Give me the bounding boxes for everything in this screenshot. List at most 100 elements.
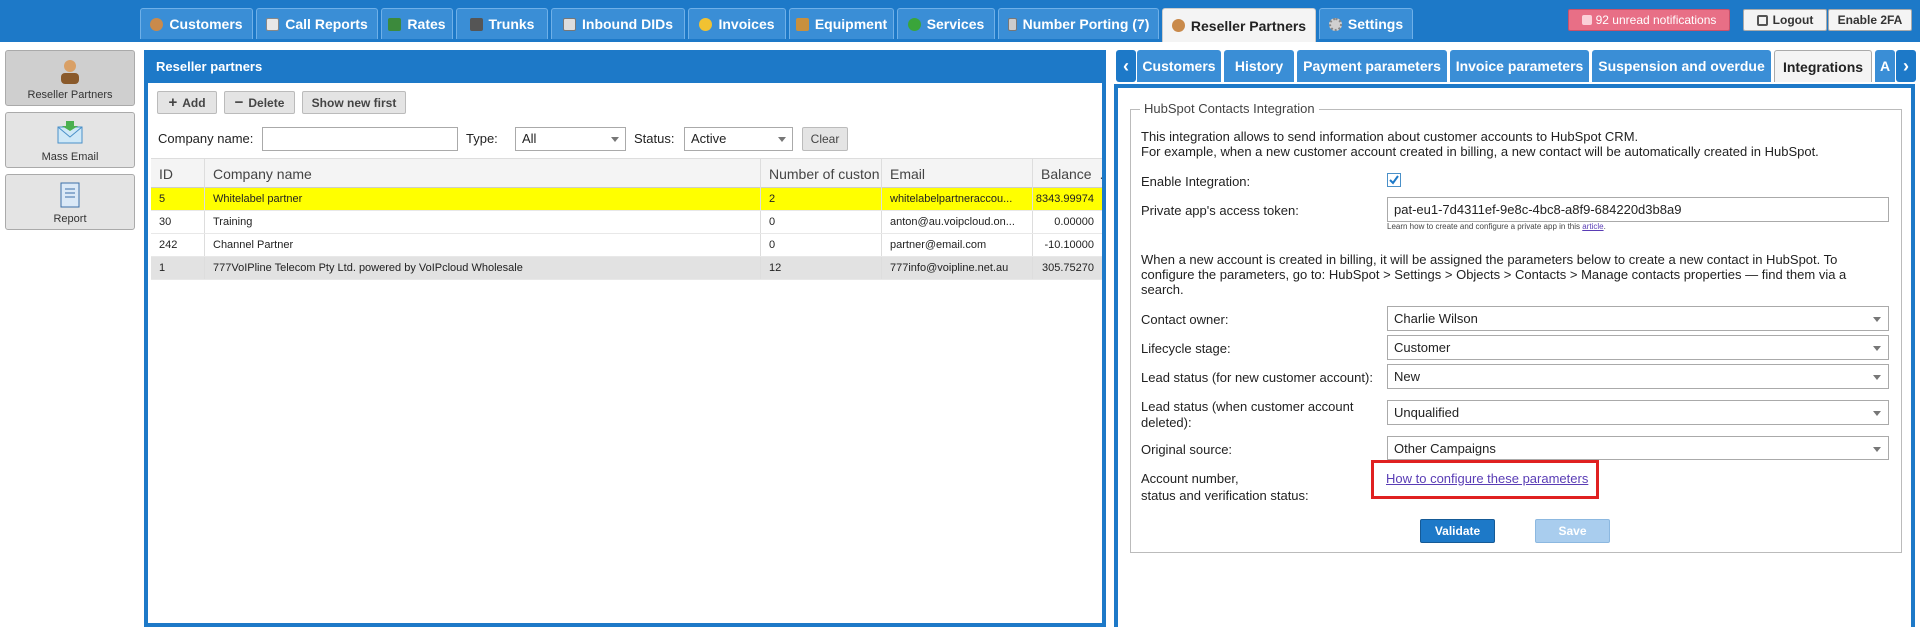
sidebar-item-label: Reseller Partners [27, 89, 113, 101]
validate-button[interactable]: Validate [1420, 519, 1495, 543]
tab-customers[interactable]: Customers [140, 8, 253, 39]
chevron-down-icon [1873, 317, 1881, 322]
cell-balance: 0.00000 [1054, 216, 1094, 228]
tab-invoice-parameters[interactable]: Invoice parameters [1450, 50, 1589, 82]
company-name-input[interactable] [262, 127, 458, 151]
tab-inbound-dids[interactable]: Inbound DIDs [551, 8, 685, 39]
clear-button[interactable]: Clear [802, 127, 848, 151]
tab-history[interactable]: History [1224, 50, 1294, 82]
table-header: ID Company name Number of custon Email B… [151, 158, 1102, 188]
tab-services[interactable]: Services [897, 8, 995, 39]
cell-company: 777VoIPline Telecom Pty Ltd. powered by … [205, 257, 761, 279]
enable-integration-checkbox[interactable] [1387, 173, 1401, 187]
delete-button[interactable]: − Delete [224, 91, 295, 114]
cell-email: partner@email.com [882, 234, 1033, 256]
lead-status-deleted-label-line-1: Lead status (when customer account [1141, 399, 1354, 414]
tab-label: Equipment [814, 16, 888, 32]
tab-integrations[interactable]: Integrations [1774, 50, 1872, 82]
configure-parameters-link[interactable]: How to configure these parameters [1386, 471, 1588, 486]
status-select[interactable]: Active [684, 127, 793, 151]
contact-owner-select[interactable]: Charlie Wilson [1387, 306, 1889, 331]
type-value: All [522, 131, 537, 146]
tabs-scroll-left[interactable]: ‹ [1116, 50, 1136, 82]
table-row[interactable]: 5 Whitelabel partner 2 whitelabelpartner… [151, 188, 1102, 211]
cell-company: Channel Partner [205, 234, 761, 256]
column-header-customers[interactable]: Number of custon [761, 159, 882, 188]
lead-status-new-value: New [1394, 369, 1421, 384]
type-select[interactable]: All [515, 127, 626, 151]
tab-reseller-partners[interactable]: Reseller Partners [1162, 8, 1316, 42]
bell-icon [1581, 15, 1592, 25]
access-token-hint: Learn how to create and configure a priv… [1387, 222, 1606, 231]
show-new-first-label: Show new first [311, 95, 397, 110]
lifecycle-stage-select[interactable]: Customer [1387, 335, 1889, 360]
enable-2fa-label: Enable 2FA [1837, 13, 1903, 27]
cell-email: anton@au.voipcloud.on... [882, 211, 1033, 233]
lead-status-new-label: Lead status (for new customer account): [1141, 370, 1373, 385]
tab-settings[interactable]: Settings [1319, 8, 1413, 39]
sidebar-item-report[interactable]: Report [5, 174, 135, 230]
column-header-company[interactable]: Company name [205, 159, 761, 188]
tabs-scroll-right[interactable]: › [1896, 50, 1916, 82]
original-source-select[interactable]: Other Campaigns [1387, 436, 1889, 460]
tab-trunks[interactable]: Trunks [456, 8, 548, 39]
column-header-balance[interactable]: Balance .. [1033, 159, 1102, 188]
lifecycle-stage-value: Customer [1394, 340, 1451, 355]
cell-email: 777info@voipline.net.au [882, 257, 1033, 279]
sidebar-item-reseller-partners[interactable]: Reseller Partners [5, 50, 135, 106]
notifications-badge[interactable]: 92 unread notifications [1568, 9, 1730, 31]
tab-rates[interactable]: Rates [381, 8, 453, 39]
refresh-icon [907, 17, 921, 31]
sidebar-item-label: Report [53, 213, 87, 225]
enable-2fa-button[interactable]: Enable 2FA [1828, 9, 1912, 31]
lifecycle-stage-label: Lifecycle stage: [1141, 341, 1231, 356]
tab-call-reports[interactable]: Call Reports [256, 8, 378, 39]
cell-customers: 2 [761, 188, 882, 210]
lead-status-new-select[interactable]: New [1387, 364, 1889, 389]
hint-suffix: . [1603, 222, 1606, 231]
panel-title: Reseller partners [144, 50, 1106, 83]
clear-label: Clear [810, 132, 840, 146]
cell-id: 1 [151, 257, 205, 279]
tab-suspension-overdue[interactable]: Suspension and overdue [1592, 50, 1771, 82]
tab-label: Services [926, 16, 985, 32]
show-new-first-button[interactable]: Show new first [302, 91, 406, 114]
tab-number-porting[interactable]: Number Porting (7) [998, 8, 1159, 39]
tab-customers[interactable]: Customers [1137, 50, 1221, 82]
table-row[interactable]: 1 777VoIPline Telecom Pty Ltd. powered b… [151, 257, 1102, 280]
cell-email: whitelabelpartneraccou... [882, 188, 1033, 210]
access-token-input[interactable]: pat-eu1-7d4311ef-9e8c-4bc8-a8f9-684220d3… [1387, 197, 1889, 222]
table-row[interactable]: 242 Channel Partner 0 partner@email.com … [151, 234, 1102, 257]
tab-payment-parameters[interactable]: Payment parameters [1297, 50, 1447, 82]
list-icon [563, 17, 576, 31]
original-source-value: Other Campaigns [1394, 441, 1496, 456]
enable-integration-label: Enable Integration: [1141, 174, 1251, 189]
cell-id: 30 [151, 211, 205, 233]
person-icon [61, 60, 79, 84]
lead-status-deleted-select[interactable]: Unqualified [1387, 400, 1889, 425]
sidebar-item-mass-email[interactable]: Mass Email [5, 112, 135, 168]
tab-equipment[interactable]: Equipment [789, 8, 894, 39]
save-button[interactable]: Save [1535, 519, 1610, 543]
top-navigation: Customers Call Reports Rates Trunks Inbo… [0, 0, 1920, 42]
parameters-description: When a new account is created in billing… [1141, 252, 1847, 297]
cell-balance: 8343.99974 [1035, 193, 1094, 205]
tab-more[interactable]: A [1875, 50, 1895, 82]
logout-button[interactable]: Logout [1743, 9, 1827, 31]
add-button[interactable]: + Add [157, 91, 217, 114]
chevron-down-icon [1873, 346, 1881, 351]
table-row[interactable]: 30 Training 0 anton@au.voipcloud.on... 0… [151, 211, 1102, 234]
chevron-down-icon [1873, 411, 1881, 416]
notifications-text: 92 unread notifications [1595, 13, 1717, 27]
column-header-email[interactable]: Email [882, 159, 1033, 188]
email-icon [57, 121, 83, 144]
chevron-down-icon [1873, 375, 1881, 380]
fieldset-legend: HubSpot Contacts Integration [1140, 101, 1319, 116]
tab-invoices[interactable]: Invoices [688, 8, 786, 39]
add-label: Add [182, 95, 206, 110]
article-link[interactable]: article [1582, 222, 1603, 231]
column-header-id[interactable]: ID [151, 159, 205, 188]
tab-label: Rates [407, 16, 446, 32]
cell-id: 5 [151, 188, 205, 210]
minus-icon: − [234, 94, 244, 111]
